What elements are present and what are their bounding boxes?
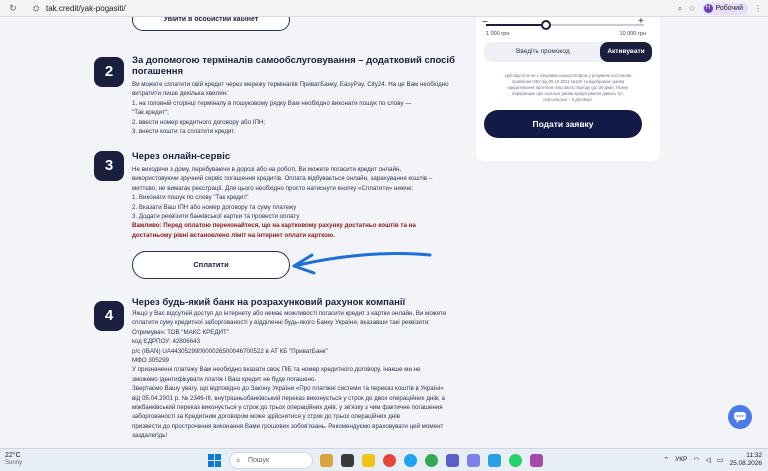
battery-icon[interactable]: ▭ [717, 456, 724, 464]
chat-widget-button[interactable] [728, 405, 752, 429]
step-text: Ви можете сплатити свій кредит через мер… [132, 81, 449, 136]
page-content: Увійти в особистий кабінет 2 За допомого… [0, 17, 768, 448]
address-bar-url[interactable]: tak.credit/yak-pogasiti/ [46, 4, 126, 13]
range-max-label: 10 000 грн [619, 31, 646, 37]
calculator-disclaimer: Цей відсоток не є кінцевим калькулятором… [504, 73, 632, 102]
reload-icon[interactable]: ↻ [6, 3, 20, 14]
avatar: Н [703, 4, 713, 13]
step-number: 3 [94, 151, 124, 181]
tray-chevron-icon[interactable]: ⌃ [663, 456, 669, 464]
clock-date: 25.08.2026 [729, 460, 762, 467]
taskbar-app-icon[interactable] [320, 454, 333, 467]
step-text: Не виходячи з дому, перебуваючи в дорозі… [132, 166, 433, 221]
chat-icon [734, 412, 746, 423]
weather-widget[interactable]: 22°C Sunny [5, 452, 22, 466]
amount-slider[interactable] [486, 20, 644, 30]
site-info-icon[interactable]: ⛭ [33, 4, 39, 14]
pay-button[interactable]: Сплатити [132, 251, 290, 279]
outlook-icon[interactable] [488, 454, 501, 467]
address-bar[interactable]: ⛭ tak.credit/yak-pogasiti/ [30, 2, 670, 15]
taskbar-app-icon[interactable] [383, 454, 396, 467]
taskbar-search-label: Пошук [248, 457, 270, 464]
profile-button[interactable]: Н Робочий [701, 2, 748, 15]
zoom-icon[interactable]: ⌕ [678, 4, 682, 14]
loan-calculator-card: − + 1 000 грн 10 000 грн Введіть промоко… [476, 17, 660, 161]
personal-cabinet-button[interactable]: Увійти в особистий кабінет [132, 17, 290, 31]
windows-taskbar: 22°C Sunny ⌕ Пошук ⌃ УКР ◠ ◁ ▭ 11:32 25.… [0, 448, 768, 471]
search-icon: ⌕ [236, 456, 241, 465]
activate-promo-button[interactable]: Активувати [600, 42, 652, 62]
amount-slider-thumb[interactable] [541, 20, 552, 30]
file-explorer-icon[interactable] [362, 454, 375, 467]
decrease-amount-button[interactable]: − [482, 17, 488, 28]
wifi-icon[interactable]: ◠ [693, 456, 699, 464]
annotation-arrow-icon [292, 251, 432, 275]
apply-button[interactable]: Подати заявку [484, 110, 642, 138]
bookmark-star-icon[interactable]: ☆ [688, 4, 695, 13]
whatsapp-icon[interactable] [509, 454, 522, 467]
clock[interactable]: 11:32 25.08.2026 [729, 452, 762, 467]
taskbar-app-icon[interactable] [341, 454, 354, 467]
step-title: За допомогою терміналів самообслуговуван… [132, 55, 455, 77]
step-title: Через онлайн-сервіс [132, 151, 231, 162]
promo-code-field[interactable]: Введіть промокод Активувати [484, 42, 652, 62]
range-min-label: 1 000 грн [486, 31, 510, 37]
step-text: Якщо у Вас відсутній доступ до інтернету… [132, 310, 447, 440]
taskbar-app-icon[interactable] [467, 454, 480, 467]
taskbar-search[interactable]: ⌕ Пошук [229, 452, 313, 469]
teams-icon[interactable] [446, 454, 459, 467]
taskbar-app-icon[interactable] [530, 454, 543, 467]
step-number: 4 [94, 301, 124, 331]
increase-amount-button[interactable]: + [638, 17, 644, 27]
start-button-icon[interactable] [208, 454, 221, 467]
weather-desc: Sunny [5, 460, 23, 466]
volume-icon[interactable]: ◁ [705, 456, 710, 464]
chrome-browser-icon[interactable] [425, 454, 438, 467]
browser-toolbar: ↻ ⛭ tak.credit/yak-pogasiti/ ⌕ ☆ Н Робоч… [0, 0, 768, 17]
profile-label: Робочий [715, 5, 743, 12]
edge-browser-icon[interactable] [404, 454, 417, 467]
input-language[interactable]: УКР [675, 456, 687, 463]
weather-temp: 22°C [5, 452, 21, 459]
clock-time: 11:32 [746, 452, 762, 459]
menu-dots-icon[interactable]: ⋮ [754, 4, 762, 13]
system-tray: ⌃ УКР ◠ ◁ ▭ 11:32 25.08.2026 [663, 452, 762, 467]
step-title: Через будь-який банк на розрахунковий ра… [132, 297, 406, 308]
amount-slider-fill [486, 24, 547, 26]
promo-code-placeholder: Введіть промокод [516, 48, 570, 55]
step-number: 2 [94, 57, 124, 87]
